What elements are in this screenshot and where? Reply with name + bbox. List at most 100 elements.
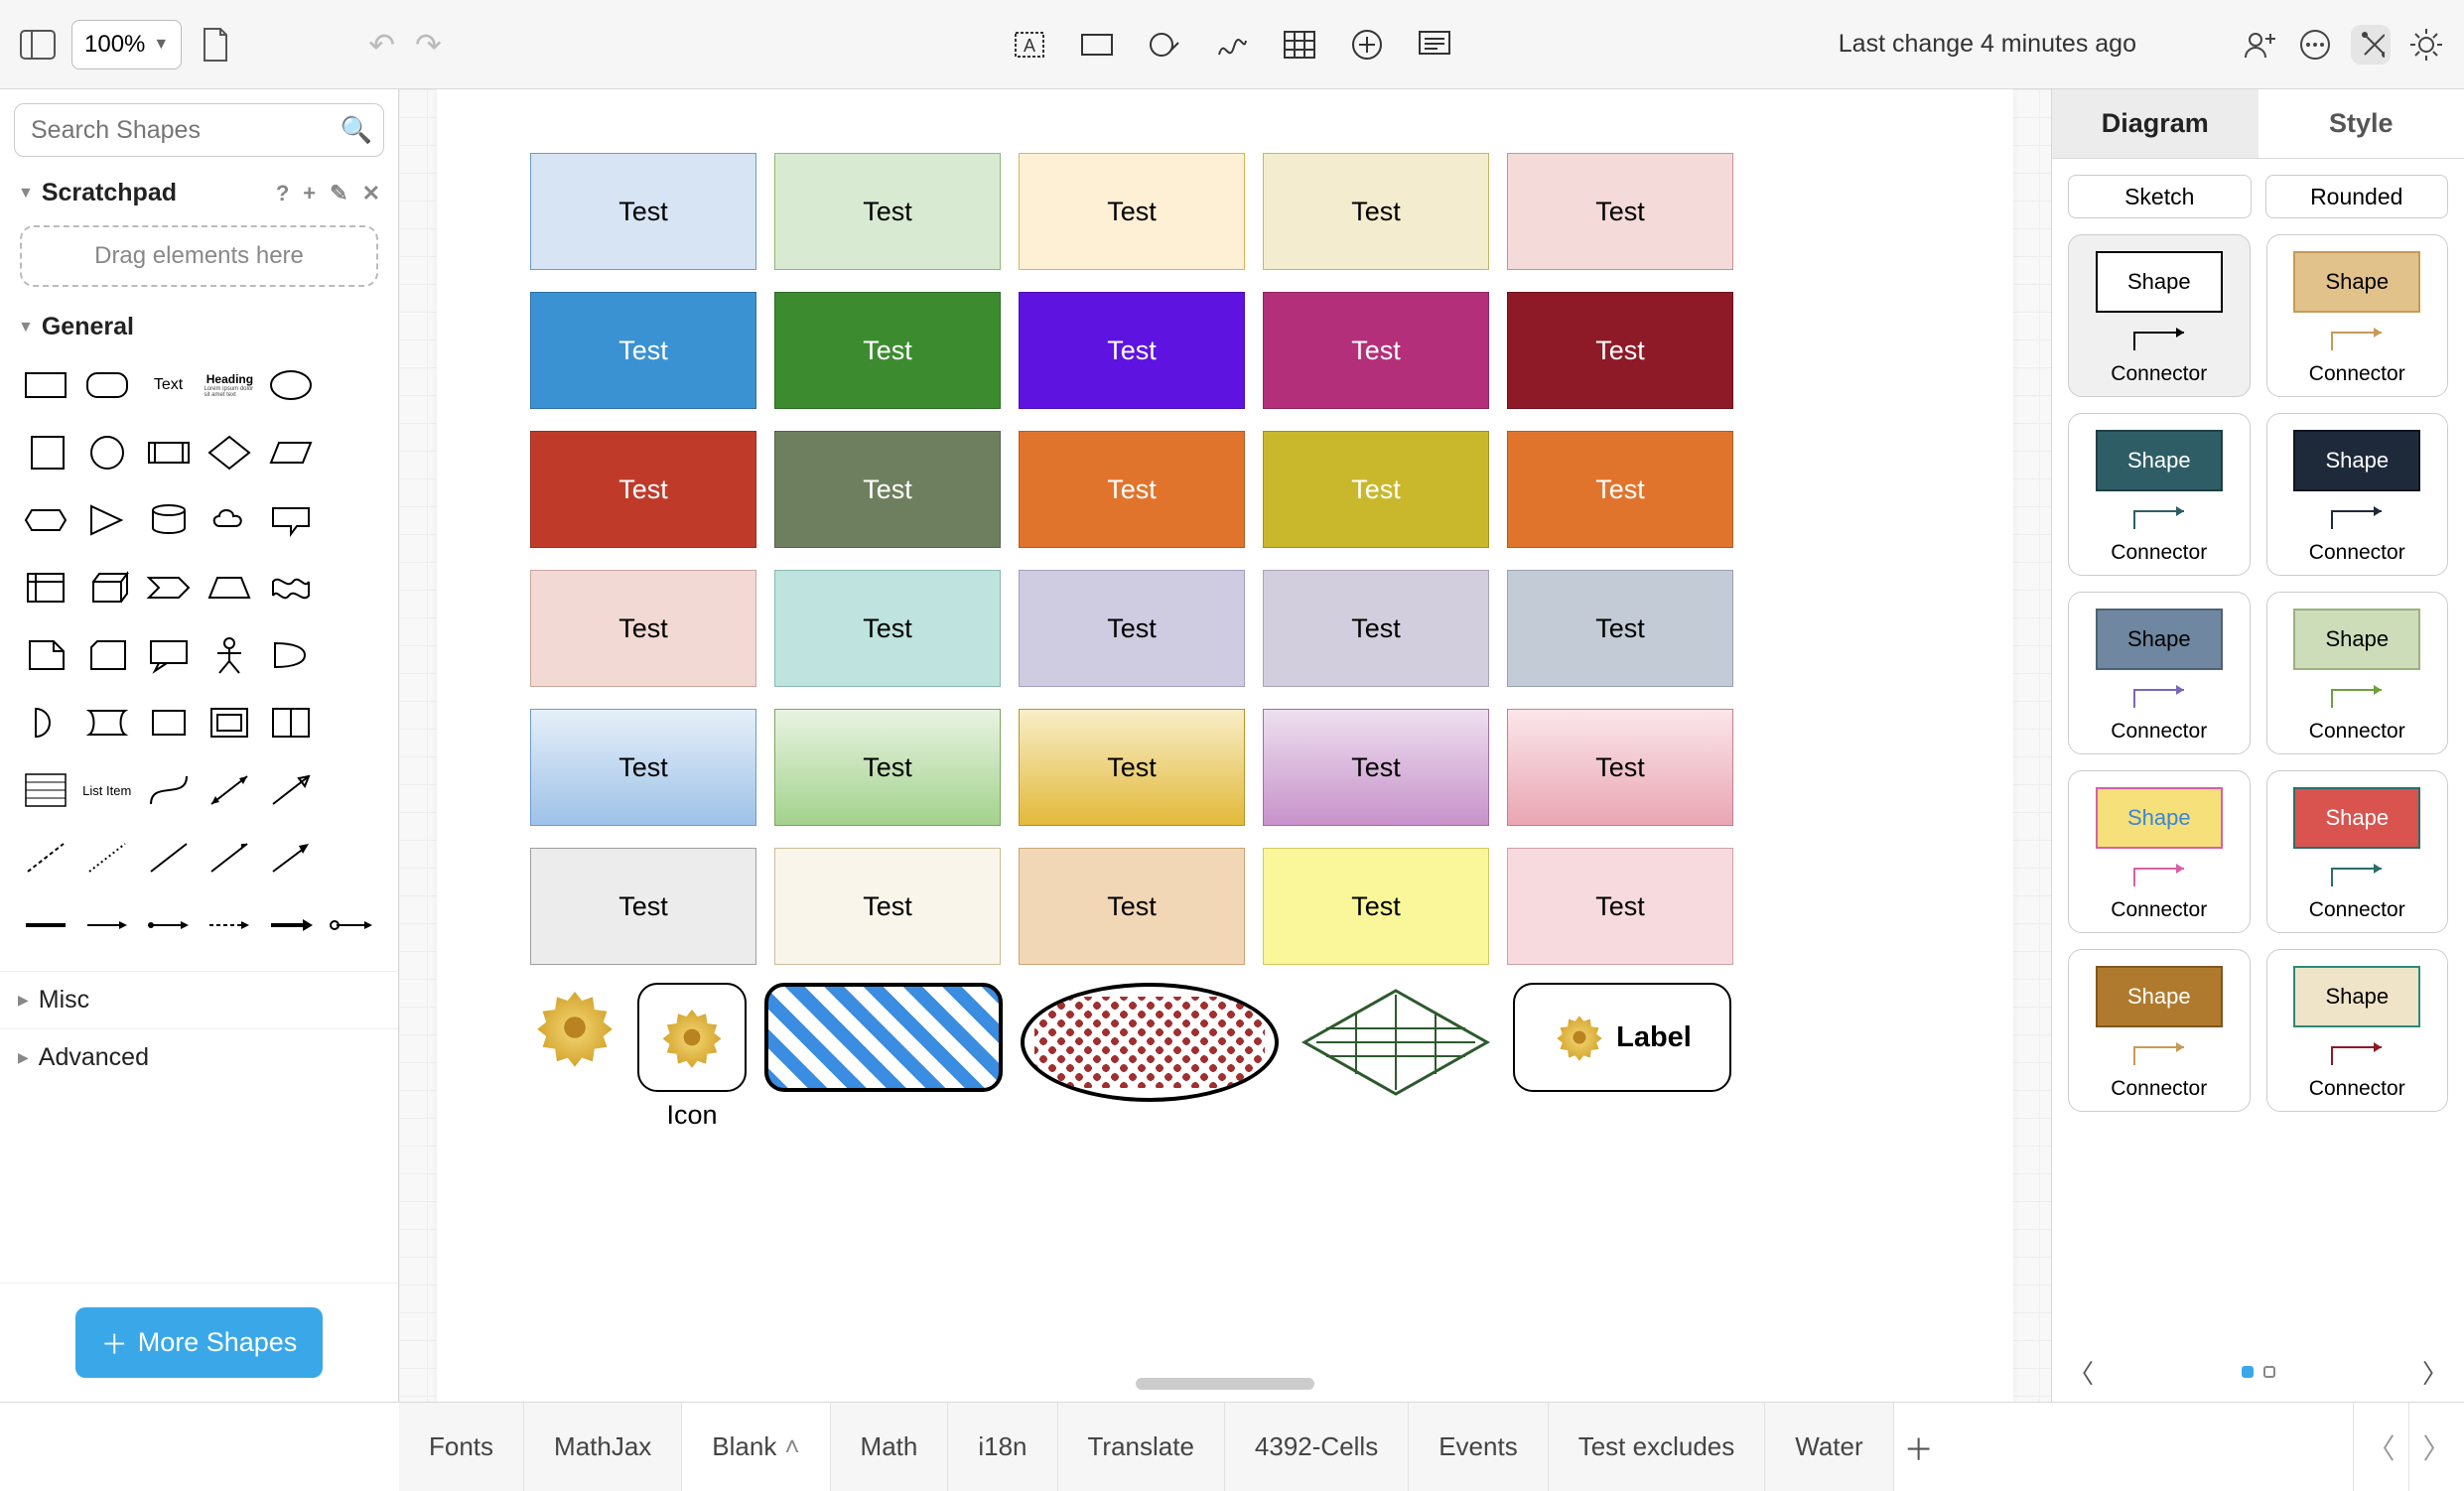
advanced-header[interactable]: ▶ Advanced (0, 1028, 398, 1086)
page-tab[interactable]: Water (1765, 1403, 1893, 1491)
test-cell[interactable]: Test (1263, 431, 1489, 548)
shape-blank8[interactable] (327, 832, 378, 883)
shape-hline-arrow2[interactable] (143, 899, 195, 951)
shape-data[interactable] (81, 697, 133, 748)
test-cell[interactable]: Test (774, 570, 1001, 687)
shape-blank[interactable] (327, 359, 378, 411)
test-cell[interactable]: Test (530, 848, 756, 965)
shape-text[interactable]: Text (143, 359, 195, 411)
shape-hline-dashed-arrow[interactable] (204, 899, 255, 951)
new-page-icon[interactable] (196, 25, 235, 65)
test-cell[interactable]: Test (1019, 292, 1245, 409)
shape-dashed-line[interactable] (20, 832, 71, 883)
test-cell[interactable]: Test (530, 709, 756, 826)
test-cell[interactable]: Test (1263, 848, 1489, 965)
test-cell[interactable]: Test (774, 848, 1001, 965)
style-swatch[interactable]: ShapeConnector (2068, 770, 2251, 933)
style-swatch[interactable]: ShapeConnector (2266, 592, 2449, 754)
shape-actor[interactable] (204, 629, 255, 681)
general-header[interactable]: ▼ General (0, 305, 398, 349)
page-tab[interactable]: Blank ˄ (682, 1403, 830, 1491)
pager-prev-icon[interactable]: 〈 (2068, 1354, 2094, 1391)
page-tab[interactable]: 4392-Cells (1225, 1403, 1409, 1491)
search-input[interactable] (14, 103, 384, 157)
test-cell[interactable]: Test (774, 431, 1001, 548)
shape-frame[interactable] (204, 697, 255, 748)
tab-scroll-right-icon[interactable]: 〉 (2408, 1403, 2464, 1491)
shape-roundrect[interactable] (81, 359, 133, 411)
shape-blank7[interactable] (327, 764, 378, 816)
test-cell[interactable]: Test (1019, 709, 1245, 826)
test-cell[interactable]: Test (1507, 153, 1733, 270)
shape-diamond[interactable] (204, 427, 255, 478)
rounded-button[interactable]: Rounded (2265, 175, 2449, 218)
style-swatch[interactable]: ShapeConnector (2068, 413, 2251, 576)
shape-hline-arrow1[interactable] (81, 899, 133, 951)
shape-cube[interactable] (81, 562, 133, 613)
ellipse-edit-icon[interactable] (1145, 25, 1184, 65)
tab-diagram[interactable]: Diagram (2052, 89, 2259, 158)
shape-line[interactable] (143, 832, 195, 883)
shape-and[interactable] (265, 629, 317, 681)
shape-heading[interactable]: HeadingLorem ipsum dolor sit amet text (204, 359, 255, 411)
test-cell[interactable]: Test (774, 709, 1001, 826)
test-cell[interactable]: Test (1019, 153, 1245, 270)
style-swatch[interactable]: ShapeConnector (2266, 234, 2449, 397)
shape-blank4[interactable] (327, 562, 378, 613)
test-cell[interactable]: Test (1507, 709, 1733, 826)
test-cell[interactable]: Test (1263, 709, 1489, 826)
label-box[interactable]: Label (1513, 983, 1731, 1092)
shape-blank6[interactable] (327, 697, 378, 748)
add-tab-button[interactable]: ＋ (1894, 1403, 1944, 1491)
shape-arrow-thin[interactable] (204, 832, 255, 883)
freehand-icon[interactable] (1212, 25, 1252, 65)
shape-internal-storage[interactable] (20, 562, 71, 613)
scratchpad-header[interactable]: ▼ Scratchpad ? + ✎ ✕ (0, 171, 398, 215)
page-tab[interactable]: i18n (948, 1403, 1057, 1491)
shape-curve[interactable] (143, 764, 195, 816)
shape-card[interactable] (81, 629, 133, 681)
theme-sun-icon[interactable] (2406, 25, 2446, 65)
shape-biarrow[interactable] (204, 764, 255, 816)
test-cell[interactable]: Test (1019, 570, 1245, 687)
test-cell[interactable]: Test (1507, 431, 1733, 548)
shape-blank5[interactable] (327, 629, 378, 681)
page-tab[interactable]: Translate (1058, 1403, 1225, 1491)
shape-arrow-up[interactable] (265, 764, 317, 816)
test-cell[interactable]: Test (1263, 570, 1489, 687)
share-person-icon[interactable] (2240, 25, 2279, 65)
rectangle-icon[interactable] (1077, 25, 1117, 65)
misc-header[interactable]: ▶ Misc (0, 971, 398, 1028)
gear-shape[interactable] (530, 983, 619, 1077)
test-cell[interactable]: Test (1507, 570, 1733, 687)
page-tab[interactable]: Events (1409, 1403, 1549, 1491)
shape-doublerect[interactable] (265, 697, 317, 748)
design-tools-icon[interactable] (2351, 25, 2391, 65)
sketchy-diamond[interactable] (1297, 983, 1495, 1102)
style-swatch[interactable]: ShapeConnector (2266, 413, 2449, 576)
shape-parallelogram[interactable] (265, 427, 317, 478)
table-icon[interactable] (1280, 25, 1319, 65)
pager-dot-2[interactable] (2263, 1366, 2275, 1378)
test-cell[interactable]: Test (774, 153, 1001, 270)
shape-cloud[interactable] (204, 494, 255, 546)
test-cell[interactable]: Test (1507, 292, 1733, 409)
shape-ellipse[interactable] (265, 359, 317, 411)
shape-cylinder[interactable] (143, 494, 195, 546)
redo-icon[interactable]: ↷ (415, 26, 442, 64)
add-icon[interactable]: + (303, 181, 316, 206)
page-tab[interactable]: Test excludes (1549, 1403, 1766, 1491)
shape-dot-line[interactable] (81, 832, 133, 883)
page-tab[interactable]: Fonts (399, 1403, 524, 1491)
edit-icon[interactable]: ✎ (330, 181, 347, 206)
more-shapes-button[interactable]: ＋ More Shapes (75, 1307, 324, 1378)
note-lines-icon[interactable] (1415, 25, 1454, 65)
shape-hline-heavy-arrow[interactable] (265, 899, 317, 951)
style-swatch[interactable]: ShapeConnector (2068, 949, 2251, 1112)
test-cell[interactable]: Test (774, 292, 1001, 409)
shape-hline-circle-arrow[interactable] (327, 899, 378, 951)
shape-blank3[interactable] (327, 494, 378, 546)
shape-tape[interactable] (265, 562, 317, 613)
shape-triangle[interactable] (81, 494, 133, 546)
test-cell[interactable]: Test (1019, 431, 1245, 548)
